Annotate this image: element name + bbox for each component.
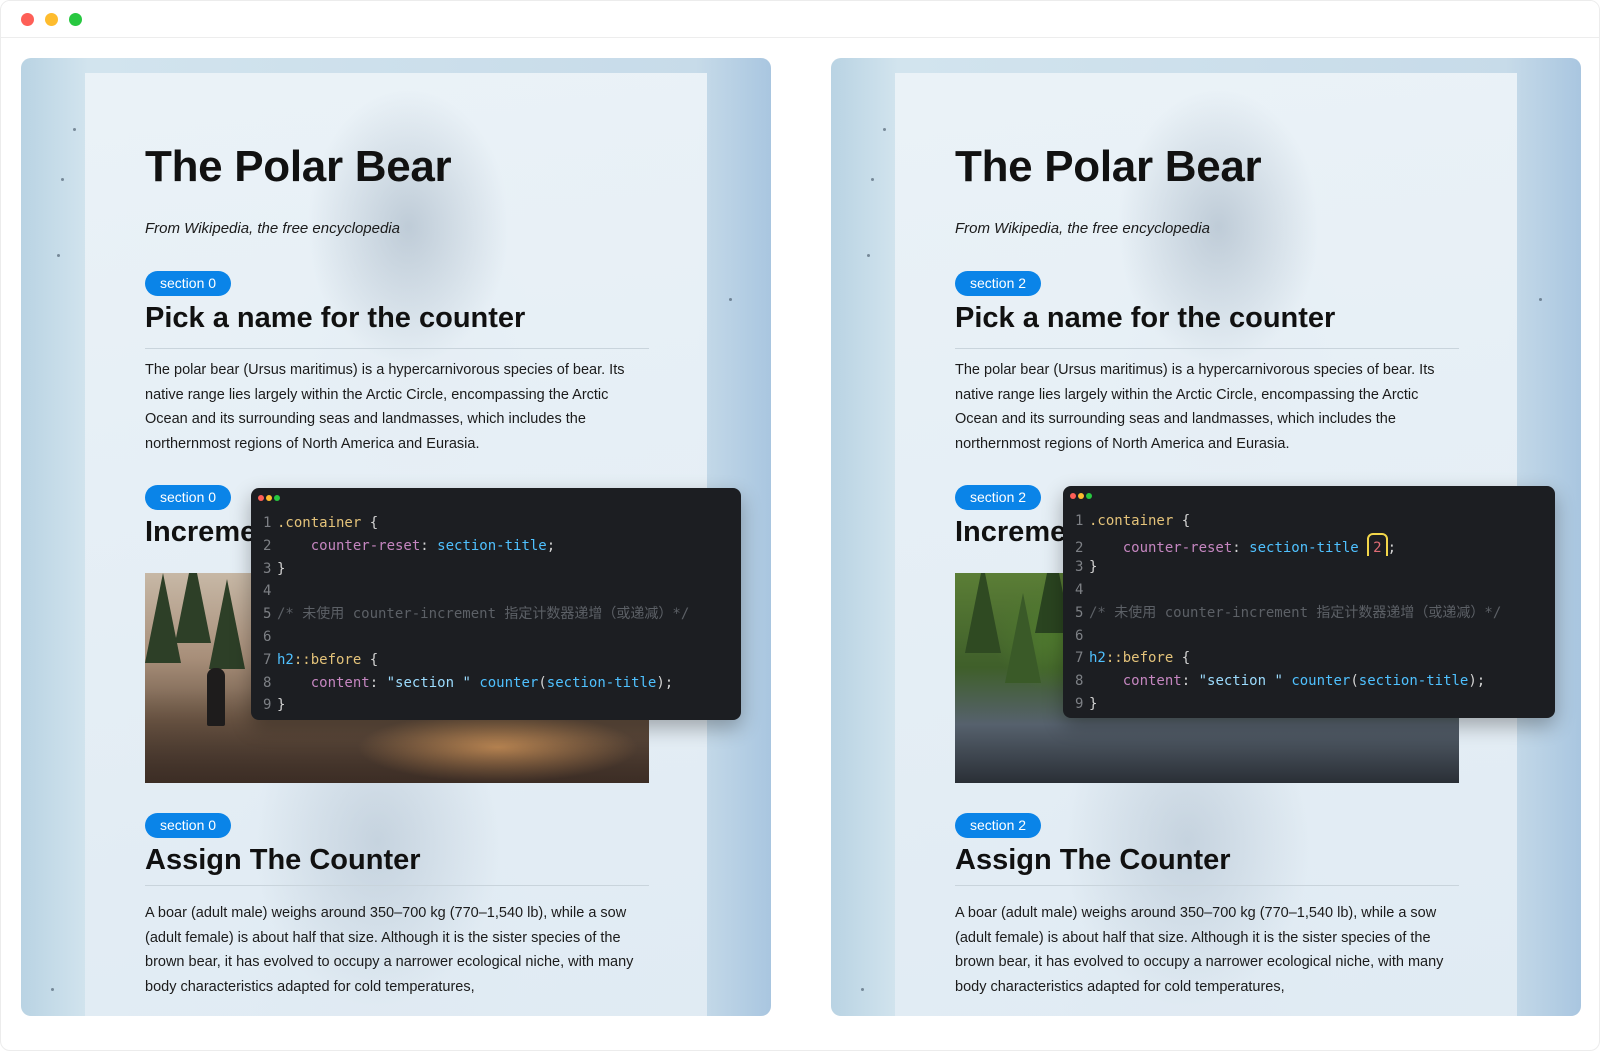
section-heading-partial: Increme	[145, 516, 257, 548]
code-maximize-dot	[274, 495, 280, 501]
minimize-window-button[interactable]	[45, 13, 58, 26]
code-line: 1 .container {	[263, 515, 379, 531]
heading-divider	[145, 885, 649, 886]
section-badge: section 2	[955, 271, 1042, 296]
highlighted-counter-value: 2	[1367, 532, 1388, 557]
code-line: 7 h2::before {	[263, 651, 379, 668]
heading-divider	[955, 348, 1459, 349]
code-line: 3}	[1075, 559, 1098, 576]
code-lines: 1 .container { 2 counter-reset: section-t…	[263, 512, 731, 717]
code-line: 1 .container {	[1075, 513, 1191, 529]
section-heading-partial: Increme	[955, 516, 1067, 548]
code-maximize-dot	[1086, 493, 1092, 499]
code-line: 3}	[263, 560, 286, 577]
code-snippet-window: 1 .container { 2 counter-reset: section-t…	[1063, 486, 1555, 718]
window-titlebar	[1, 1, 1599, 38]
code-snippet-window: 1 .container { 2 counter-reset: section-t…	[251, 488, 741, 720]
section-paragraph: The polar bear (Ursus maritimus) is a hy…	[145, 362, 625, 452]
code-minimize-dot	[1078, 493, 1084, 499]
browser-window: The Polar Bear From Wikipedia, the free …	[0, 0, 1600, 1051]
section-heading: Pick a name for the counter	[955, 302, 1336, 334]
section-badge: section 0	[145, 813, 232, 838]
section-paragraph: A boar (adult male) weighs around 350–70…	[955, 905, 1444, 995]
code-line: 2 counter-reset: section-title 2;	[1075, 532, 1545, 557]
section-badge: section 0	[145, 485, 232, 510]
code-line: 4	[263, 583, 272, 600]
code-line: 6	[263, 628, 272, 645]
code-line: 5/* 未使用 counter-increment 指定计数器递增（或递减）*/	[1075, 604, 1502, 621]
section-badge: section 2	[955, 813, 1042, 838]
code-line: 2 counter-reset: section-title;	[263, 537, 556, 554]
maximize-window-button[interactable]	[69, 13, 82, 26]
section-heading: Pick a name for the counter	[145, 302, 526, 334]
code-minimize-dot	[266, 495, 272, 501]
code-line: 5/* 未使用 counter-increment 指定计数器递增（或递减）*/	[263, 606, 690, 623]
page-subtitle: From Wikipedia, the free encyclopedia	[145, 220, 400, 237]
page-title: The Polar Bear	[955, 142, 1262, 191]
section-paragraph: The polar bear (Ursus maritimus) is a hy…	[955, 362, 1435, 452]
section-heading: Assign The Counter	[955, 844, 1231, 876]
code-line: 6	[1075, 627, 1084, 644]
code-line: 9}	[1075, 696, 1098, 713]
close-window-button[interactable]	[21, 13, 34, 26]
right-preview-panel: The Polar Bear From Wikipedia, the free …	[831, 58, 1581, 1016]
page-title: The Polar Bear	[145, 142, 452, 191]
code-close-dot	[1070, 493, 1076, 499]
section-badge: section 2	[955, 485, 1042, 510]
heading-divider	[145, 348, 649, 349]
section-badge: section 0	[145, 271, 232, 296]
code-line: 4	[1075, 582, 1084, 599]
section-heading: Assign The Counter	[145, 844, 421, 876]
hiker-figure	[207, 668, 225, 726]
code-line: 9}	[263, 697, 286, 714]
left-preview-panel: The Polar Bear From Wikipedia, the free …	[21, 58, 771, 1016]
code-line: 8 content: "section " counter(section-ti…	[263, 674, 674, 691]
heading-divider	[955, 885, 1459, 886]
page-subtitle: From Wikipedia, the free encyclopedia	[955, 220, 1210, 237]
code-line: 7 h2::before {	[1075, 650, 1191, 667]
code-lines: 1 .container { 2 counter-reset: section-t…	[1075, 510, 1545, 716]
code-line: 8 content: "section " counter(section-ti…	[1075, 673, 1486, 690]
section-paragraph: A boar (adult male) weighs around 350–70…	[145, 905, 634, 995]
code-close-dot	[258, 495, 264, 501]
